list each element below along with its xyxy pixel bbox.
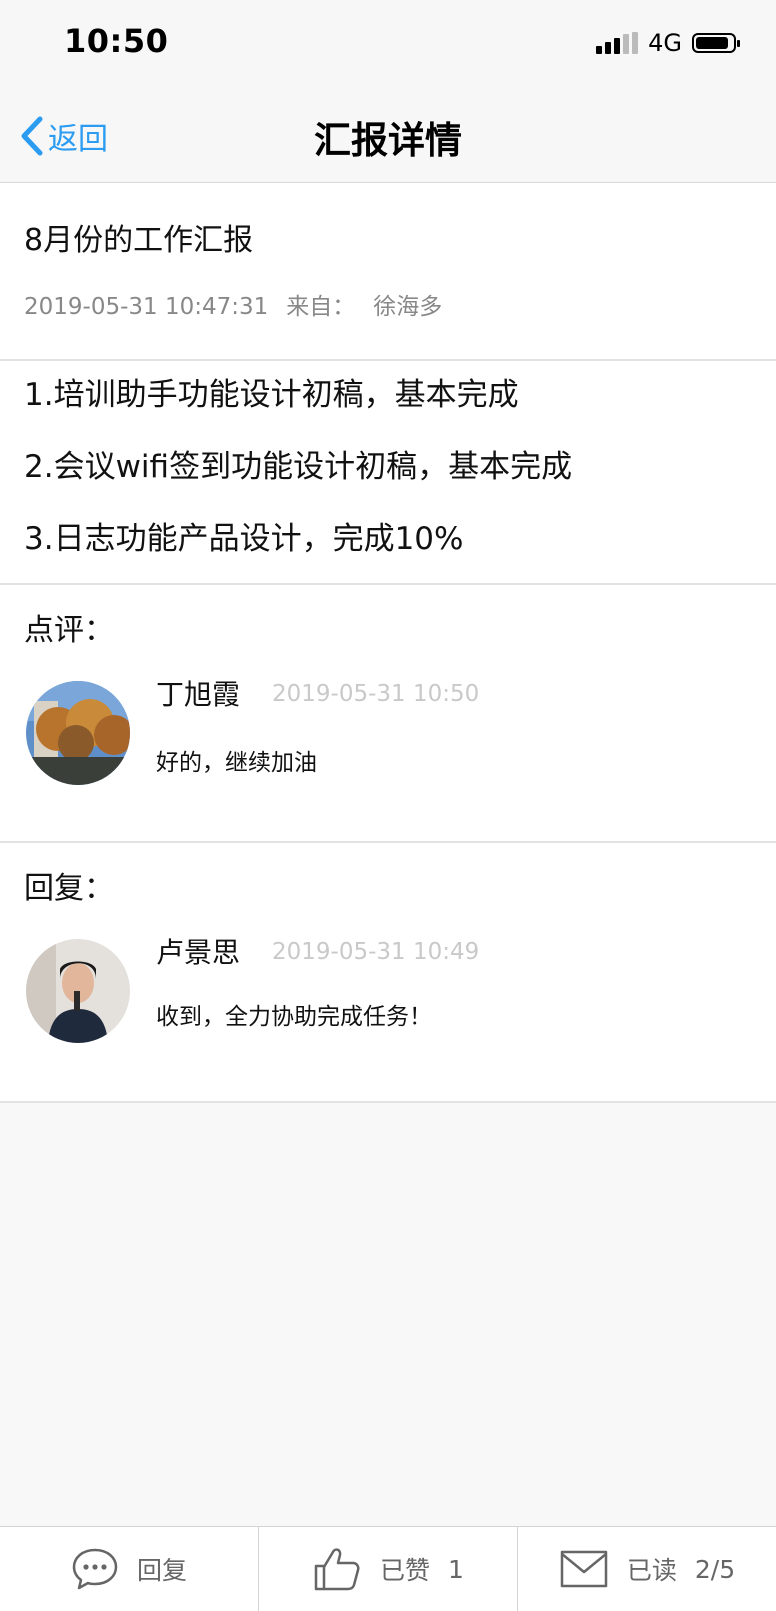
content-line: 1.培训助手功能设计初稿，基本完成: [24, 377, 519, 413]
reply-label: 回复：: [24, 871, 114, 906]
like-button[interactable]: 已赞 1: [258, 1527, 517, 1611]
chat-bubble-icon: [72, 1548, 118, 1590]
comment-text: 好的，继续加油: [156, 750, 317, 776]
reply-time: 2019-05-31 10:49: [272, 939, 480, 965]
avatar[interactable]: [26, 681, 130, 785]
comment-section: 点评： 丁旭霞 2019-05-31 10:50 好的，继续加油: [0, 585, 776, 843]
read-status-button[interactable]: 已读 2/5: [517, 1527, 776, 1611]
from-label: 来自：: [286, 294, 356, 320]
report-content: 1.培训助手功能设计初稿，基本完成 2.会议wifi签到功能设计初稿，基本完成 …: [0, 361, 776, 585]
avatar[interactable]: [26, 939, 130, 1043]
bottom-toolbar: 回复 已赞 1 已读 2/5: [0, 1526, 776, 1611]
page-title: 汇报详情: [314, 119, 462, 162]
envelope-icon: [560, 1550, 608, 1588]
reply-button[interactable]: 回复: [0, 1527, 258, 1611]
comment-time: 2019-05-31 10:50: [272, 681, 480, 707]
read-label: 已读: [626, 1556, 677, 1585]
reply-button-label: 回复: [136, 1556, 187, 1585]
avatar-photo: [26, 681, 130, 785]
content-line: 2.会议wifi签到功能设计初稿，基本完成: [24, 449, 573, 485]
reply-text: 收到，全力协助完成任务！: [156, 1004, 432, 1030]
battery-icon: [692, 33, 740, 53]
commenter-name: 丁旭霞: [156, 678, 241, 711]
like-count: 1: [448, 1554, 464, 1584]
status-indicators: 4G: [596, 28, 740, 58]
navigation-bar: 返回 汇报详情: [0, 88, 776, 183]
content-line: 3.日志功能产品设计，完成10%: [24, 521, 464, 557]
report-datetime: 2019-05-31 10:47:31: [24, 294, 269, 320]
status-time: 10:50: [64, 22, 169, 60]
reply-section: 回复： 卢景思 2019-05-31 10:49 收到，全力协助完成任务！: [0, 843, 776, 1103]
report-meta: 2019-05-31 10:47:31 来自： 徐海多: [24, 287, 460, 321]
network-label: 4G: [648, 29, 682, 57]
replier-name: 卢景思: [156, 936, 241, 969]
signal-icon: [596, 32, 639, 54]
read-count: 2/5: [694, 1554, 736, 1584]
status-bar: 10:50 4G: [0, 0, 776, 88]
report-title: 8月份的工作汇报: [24, 223, 254, 258]
report-author: 徐海多: [373, 294, 443, 320]
comment-label: 点评：: [24, 613, 114, 648]
thumbs-up-icon: [314, 1548, 360, 1591]
like-label: 已赞: [380, 1556, 431, 1585]
report-header: 8月份的工作汇报 2019-05-31 10:47:31 来自： 徐海多: [0, 183, 776, 361]
avatar-photo: [26, 939, 130, 1043]
